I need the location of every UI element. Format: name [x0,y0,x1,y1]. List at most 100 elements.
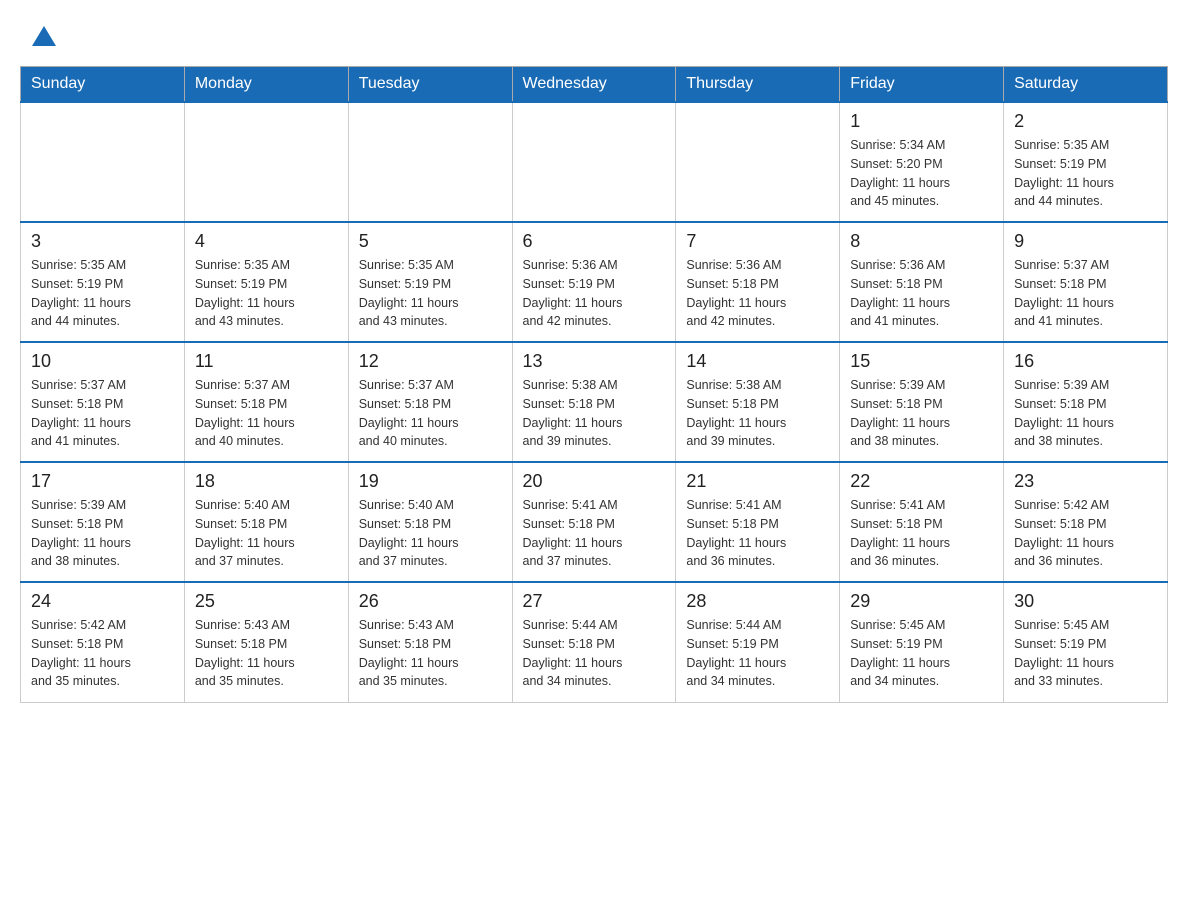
calendar-cell: 16 Sunrise: 5:39 AMSunset: 5:18 PMDayligh… [1004,342,1168,462]
day-number: 11 [195,351,338,372]
calendar-cell: 30 Sunrise: 5:45 AMSunset: 5:19 PMDayligh… [1004,582,1168,702]
calendar-cell: 17 Sunrise: 5:39 AMSunset: 5:18 PMDayligh… [21,462,185,582]
day-info: Sunrise: 5:43 AMSunset: 5:18 PMDaylight:… [195,616,338,691]
day-info: Sunrise: 5:43 AMSunset: 5:18 PMDaylight:… [359,616,502,691]
calendar-cell: 29 Sunrise: 5:45 AMSunset: 5:19 PMDayligh… [840,582,1004,702]
day-info: Sunrise: 5:40 AMSunset: 5:18 PMDaylight:… [359,496,502,571]
calendar-cell [21,102,185,222]
day-number: 29 [850,591,993,612]
day-info: Sunrise: 5:37 AMSunset: 5:18 PMDaylight:… [195,376,338,451]
calendar-cell [676,102,840,222]
day-number: 23 [1014,471,1157,492]
day-info: Sunrise: 5:37 AMSunset: 5:18 PMDaylight:… [31,376,174,451]
calendar-cell [512,102,676,222]
day-number: 28 [686,591,829,612]
weekday-header-saturday: Saturday [1004,67,1168,103]
day-number: 2 [1014,111,1157,132]
day-number: 17 [31,471,174,492]
day-number: 26 [359,591,502,612]
calendar-cell: 2 Sunrise: 5:35 AMSunset: 5:19 PMDaylight… [1004,102,1168,222]
week-row-5: 24 Sunrise: 5:42 AMSunset: 5:18 PMDayligh… [21,582,1168,702]
calendar-cell: 14 Sunrise: 5:38 AMSunset: 5:18 PMDayligh… [676,342,840,462]
day-info: Sunrise: 5:35 AMSunset: 5:19 PMDaylight:… [1014,136,1157,211]
day-number: 4 [195,231,338,252]
week-row-1: 1Sunrise: 5:34 AMSunset: 5:20 PMDaylight… [21,102,1168,222]
calendar-cell: 9 Sunrise: 5:37 AMSunset: 5:18 PMDaylight… [1004,222,1168,342]
day-number: 7 [686,231,829,252]
calendar-cell: 18 Sunrise: 5:40 AMSunset: 5:18 PMDayligh… [184,462,348,582]
day-number: 6 [523,231,666,252]
day-info: Sunrise: 5:35 AMSunset: 5:19 PMDaylight:… [31,256,174,331]
calendar-cell: 5 Sunrise: 5:35 AMSunset: 5:19 PMDaylight… [348,222,512,342]
day-info: Sunrise: 5:39 AMSunset: 5:18 PMDaylight:… [31,496,174,571]
calendar-cell: 11 Sunrise: 5:37 AMSunset: 5:18 PMDayligh… [184,342,348,462]
day-number: 24 [31,591,174,612]
day-info: Sunrise: 5:40 AMSunset: 5:18 PMDaylight:… [195,496,338,571]
calendar-cell: 6 Sunrise: 5:36 AMSunset: 5:19 PMDaylight… [512,222,676,342]
day-info: Sunrise: 5:37 AMSunset: 5:18 PMDaylight:… [1014,256,1157,331]
day-number: 16 [1014,351,1157,372]
calendar-cell: 1Sunrise: 5:34 AMSunset: 5:20 PMDaylight… [840,102,1004,222]
day-info: Sunrise: 5:42 AMSunset: 5:18 PMDaylight:… [1014,496,1157,571]
week-row-2: 3 Sunrise: 5:35 AMSunset: 5:19 PMDaylight… [21,222,1168,342]
logo-triangle-icon [32,26,56,46]
day-number: 10 [31,351,174,372]
day-number: 30 [1014,591,1157,612]
day-info: Sunrise: 5:38 AMSunset: 5:18 PMDaylight:… [686,376,829,451]
day-info: Sunrise: 5:42 AMSunset: 5:18 PMDaylight:… [31,616,174,691]
page-header [20,20,1168,46]
weekday-header-friday: Friday [840,67,1004,103]
day-info: Sunrise: 5:44 AMSunset: 5:18 PMDaylight:… [523,616,666,691]
day-number: 25 [195,591,338,612]
day-number: 15 [850,351,993,372]
day-info: Sunrise: 5:39 AMSunset: 5:18 PMDaylight:… [1014,376,1157,451]
calendar-cell: 4 Sunrise: 5:35 AMSunset: 5:19 PMDaylight… [184,222,348,342]
day-info: Sunrise: 5:36 AMSunset: 5:18 PMDaylight:… [686,256,829,331]
day-info: Sunrise: 5:41 AMSunset: 5:18 PMDaylight:… [686,496,829,571]
logo [30,30,56,46]
day-number: 5 [359,231,502,252]
day-info: Sunrise: 5:35 AMSunset: 5:19 PMDaylight:… [195,256,338,331]
day-number: 14 [686,351,829,372]
day-number: 8 [850,231,993,252]
day-number: 20 [523,471,666,492]
calendar-cell: 19 Sunrise: 5:40 AMSunset: 5:18 PMDayligh… [348,462,512,582]
day-number: 18 [195,471,338,492]
day-info: Sunrise: 5:44 AMSunset: 5:19 PMDaylight:… [686,616,829,691]
day-info: Sunrise: 5:45 AMSunset: 5:19 PMDaylight:… [850,616,993,691]
calendar-cell: 13 Sunrise: 5:38 AMSunset: 5:18 PMDayligh… [512,342,676,462]
day-info: Sunrise: 5:38 AMSunset: 5:18 PMDaylight:… [523,376,666,451]
calendar-cell [184,102,348,222]
day-info: Sunrise: 5:35 AMSunset: 5:19 PMDaylight:… [359,256,502,331]
calendar-cell: 26 Sunrise: 5:43 AMSunset: 5:18 PMDayligh… [348,582,512,702]
calendar-cell: 27Sunrise: 5:44 AMSunset: 5:18 PMDayligh… [512,582,676,702]
calendar-table: SundayMondayTuesdayWednesdayThursdayFrid… [20,66,1168,703]
calendar-cell: 24 Sunrise: 5:42 AMSunset: 5:18 PMDayligh… [21,582,185,702]
day-number: 3 [31,231,174,252]
day-info: Sunrise: 5:36 AMSunset: 5:19 PMDaylight:… [523,256,666,331]
day-number: 22 [850,471,993,492]
calendar-header-row: SundayMondayTuesdayWednesdayThursdayFrid… [21,67,1168,103]
calendar-cell: 10 Sunrise: 5:37 AMSunset: 5:18 PMDayligh… [21,342,185,462]
calendar-cell: 7 Sunrise: 5:36 AMSunset: 5:18 PMDaylight… [676,222,840,342]
calendar-cell: 22 Sunrise: 5:41 AMSunset: 5:18 PMDayligh… [840,462,1004,582]
calendar-cell: 23 Sunrise: 5:42 AMSunset: 5:18 PMDayligh… [1004,462,1168,582]
calendar-cell: 3 Sunrise: 5:35 AMSunset: 5:19 PMDaylight… [21,222,185,342]
day-info: Sunrise: 5:36 AMSunset: 5:18 PMDaylight:… [850,256,993,331]
calendar-cell: 8 Sunrise: 5:36 AMSunset: 5:18 PMDaylight… [840,222,1004,342]
weekday-header-thursday: Thursday [676,67,840,103]
day-info: Sunrise: 5:45 AMSunset: 5:19 PMDaylight:… [1014,616,1157,691]
calendar-cell: 15Sunrise: 5:39 AMSunset: 5:18 PMDayligh… [840,342,1004,462]
day-info: Sunrise: 5:34 AMSunset: 5:20 PMDaylight:… [850,136,993,211]
day-number: 19 [359,471,502,492]
day-info: Sunrise: 5:37 AMSunset: 5:18 PMDaylight:… [359,376,502,451]
calendar-cell: 20Sunrise: 5:41 AMSunset: 5:18 PMDayligh… [512,462,676,582]
day-number: 13 [523,351,666,372]
calendar-cell: 25 Sunrise: 5:43 AMSunset: 5:18 PMDayligh… [184,582,348,702]
week-row-4: 17 Sunrise: 5:39 AMSunset: 5:18 PMDayligh… [21,462,1168,582]
day-number: 9 [1014,231,1157,252]
day-info: Sunrise: 5:41 AMSunset: 5:18 PMDaylight:… [850,496,993,571]
calendar-cell: 21Sunrise: 5:41 AMSunset: 5:18 PMDayligh… [676,462,840,582]
calendar-cell [348,102,512,222]
day-number: 12 [359,351,502,372]
